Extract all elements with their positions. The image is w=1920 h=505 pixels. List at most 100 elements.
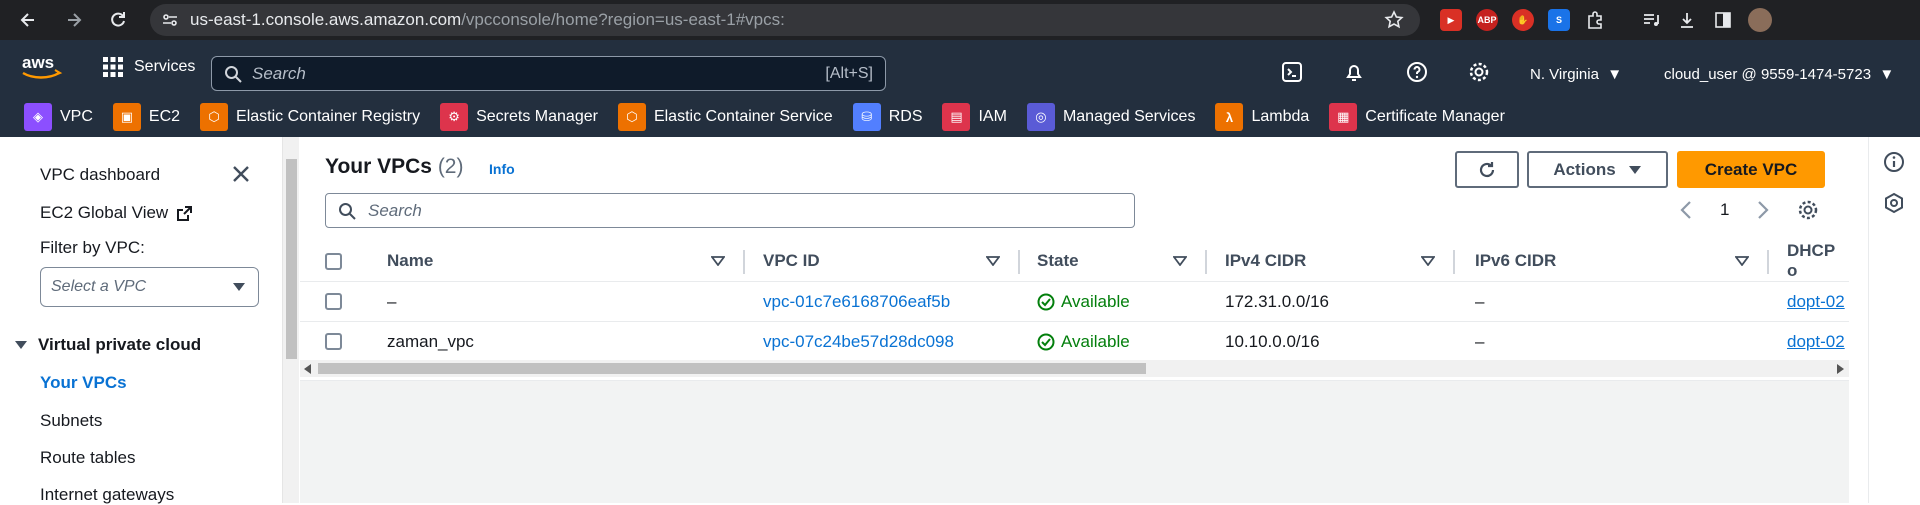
info-link[interactable]: Info <box>489 161 515 177</box>
scroll-right-icon[interactable] <box>1836 364 1844 374</box>
search-icon <box>339 202 356 220</box>
nav-ec2-global-view[interactable]: EC2 Global View <box>40 203 193 223</box>
column-divider[interactable] <box>1767 250 1769 274</box>
nav-subnets[interactable]: Subnets <box>40 411 102 431</box>
region-selector[interactable]: N. Virginia ▼ <box>1530 66 1622 83</box>
column-header-ipv6-cidr[interactable]: IPv6 CIDR <box>1475 242 1556 280</box>
column-divider[interactable] <box>1205 250 1207 274</box>
cell-state: Available <box>1037 332 1130 352</box>
column-header-dhcp[interactable]: DHCP o <box>1787 241 1849 280</box>
main-scrollbar[interactable] <box>1850 137 1868 503</box>
favorite-label: Elastic Container Registry <box>236 108 421 125</box>
favorite-label: Secrets Manager <box>476 108 598 125</box>
forward-icon[interactable] <box>56 0 92 40</box>
abp-icon[interactable]: ABP <box>1476 9 1498 31</box>
address-bar[interactable]: us-east-1.console.aws.amazon.com/vpccons… <box>150 4 1420 36</box>
cell-dhcp-options[interactable]: dopt-02 <box>1787 292 1845 312</box>
favorite-iam[interactable]: ▤ IAM <box>942 103 1007 131</box>
nav-route-tables[interactable]: Route tables <box>40 448 135 468</box>
video-ext-icon[interactable]: ▶ <box>1440 9 1462 31</box>
chevron-left-icon[interactable] <box>1680 200 1692 220</box>
page-title: Your VPCs (2) <box>325 155 463 179</box>
page-number[interactable]: 1 <box>1720 200 1729 220</box>
favorite-ec2[interactable]: ▣ EC2 <box>112 103 180 131</box>
cell-name: zaman_vpc <box>387 332 474 351</box>
sort-caret-icon[interactable] <box>1735 256 1749 266</box>
s-ext-icon[interactable]: S <box>1548 9 1570 31</box>
sidebar-scrollbar[interactable] <box>282 137 299 503</box>
column-divider[interactable] <box>1453 250 1455 274</box>
favorite-label: Lambda <box>1251 108 1310 125</box>
nav-vpc-dashboard[interactable]: VPC dashboard <box>40 165 160 185</box>
row-checkbox[interactable] <box>325 293 342 310</box>
vpc-filter-select[interactable]: Select a VPC <box>40 267 259 307</box>
table-search-input[interactable]: Search <box>325 193 1135 228</box>
site-info-icon[interactable] <box>150 11 190 29</box>
reload-icon[interactable] <box>100 0 136 40</box>
side-panel-icon[interactable] <box>1712 9 1734 31</box>
column-header-name[interactable]: Name <box>387 242 433 280</box>
account-menu[interactable]: cloud_user @ 9559-1474-5723 ▼ <box>1664 66 1894 83</box>
notifications-bell-icon[interactable] <box>1342 60 1366 84</box>
create-vpc-button[interactable]: Create VPC <box>1677 151 1825 188</box>
certificate-manager-icon: ▦ <box>1329 103 1358 131</box>
search-placeholder: Search <box>252 63 306 83</box>
column-header-state[interactable]: State <box>1037 242 1079 280</box>
favorite-certificate-manager[interactable]: ▦ Certificate Manager <box>1329 103 1505 131</box>
favorite-managed-services[interactable]: ◎ Managed Services <box>1026 103 1195 131</box>
sort-caret-icon[interactable] <box>1173 256 1187 266</box>
stop-ext-icon[interactable]: ✋ <box>1512 9 1534 31</box>
table-row[interactable]: zaman_vpc vpc-07c24be57d28dc098 Availabl… <box>300 321 1849 361</box>
close-icon[interactable] <box>232 165 250 188</box>
favorite-lambda[interactable]: λ Lambda <box>1215 103 1309 131</box>
cell-vpc-id[interactable]: vpc-07c24be57d28dc098 <box>763 332 954 352</box>
refresh-button[interactable] <box>1455 151 1519 188</box>
nav-your-vpcs[interactable]: Your VPCs <box>40 373 127 393</box>
scroll-left-icon[interactable] <box>304 364 312 374</box>
favorite-rds[interactable]: ⛁ RDS <box>852 103 922 131</box>
preferences-gear-icon[interactable] <box>1797 199 1819 221</box>
favorite-ecs[interactable]: ⬡ Elastic Container Service <box>617 103 833 131</box>
column-header-vpc-id[interactable]: VPC ID <box>763 242 820 280</box>
cell-dhcp-options[interactable]: dopt-02 <box>1787 332 1845 352</box>
aws-search-input[interactable]: Search [Alt+S] <box>211 56 886 91</box>
nav-internet-gateways[interactable]: Internet gateways <box>40 485 174 505</box>
cloudshell-icon[interactable] <box>1280 60 1304 84</box>
services-menu[interactable]: Services <box>102 56 195 78</box>
column-header-ipv4-cidr[interactable]: IPv4 CIDR <box>1225 242 1306 280</box>
table-row[interactable]: – vpc-01c7e6168706eaf5b Available 172.31… <box>300 281 1849 321</box>
sort-caret-icon[interactable] <box>711 256 725 266</box>
extensions-puzzle-icon[interactable] <box>1584 9 1606 31</box>
actions-button[interactable]: Actions <box>1527 151 1668 188</box>
resource-panel-icon[interactable] <box>1883 192 1905 219</box>
sort-caret-icon[interactable] <box>1421 256 1435 266</box>
info-panel-icon[interactable] <box>1883 151 1905 178</box>
title-text: Your VPCs <box>325 155 432 178</box>
rds-icon: ⛁ <box>852 103 881 131</box>
section-label: Virtual private cloud <box>38 335 202 354</box>
favorite-vpc[interactable]: ◈ VPC <box>24 103 93 131</box>
column-divider[interactable] <box>1018 250 1020 274</box>
profile-avatar[interactable] <box>1748 8 1772 32</box>
help-icon[interactable] <box>1405 60 1429 84</box>
bookmark-star-icon[interactable] <box>1384 10 1404 35</box>
select-all-checkbox[interactable] <box>325 253 342 270</box>
table-horizontal-scrollbar[interactable] <box>300 360 1849 377</box>
row-checkbox[interactable] <box>325 333 342 350</box>
chevron-right-icon[interactable] <box>1757 200 1770 220</box>
back-icon[interactable] <box>10 0 46 40</box>
actions-label: Actions <box>1553 159 1616 179</box>
download-icon[interactable] <box>1676 9 1698 31</box>
aws-logo-icon[interactable]: aws <box>20 52 64 87</box>
ecs-icon: ⬡ <box>617 103 646 131</box>
sort-caret-icon[interactable] <box>986 256 1000 266</box>
cell-vpc-id[interactable]: vpc-01c7e6168706eaf5b <box>763 292 950 312</box>
media-icon[interactable] <box>1640 9 1662 31</box>
settings-gear-icon[interactable] <box>1467 60 1491 84</box>
favorite-secrets-manager[interactable]: ⚙ Secrets Manager <box>440 103 598 131</box>
column-divider[interactable] <box>743 250 745 274</box>
favorite-ecr[interactable]: ⬡ Elastic Container Registry <box>200 103 420 131</box>
sidebar-scroll-thumb[interactable] <box>286 159 297 359</box>
section-virtual-private-cloud[interactable]: Virtual private cloud <box>14 335 201 355</box>
table-scroll-thumb[interactable] <box>318 363 1146 374</box>
